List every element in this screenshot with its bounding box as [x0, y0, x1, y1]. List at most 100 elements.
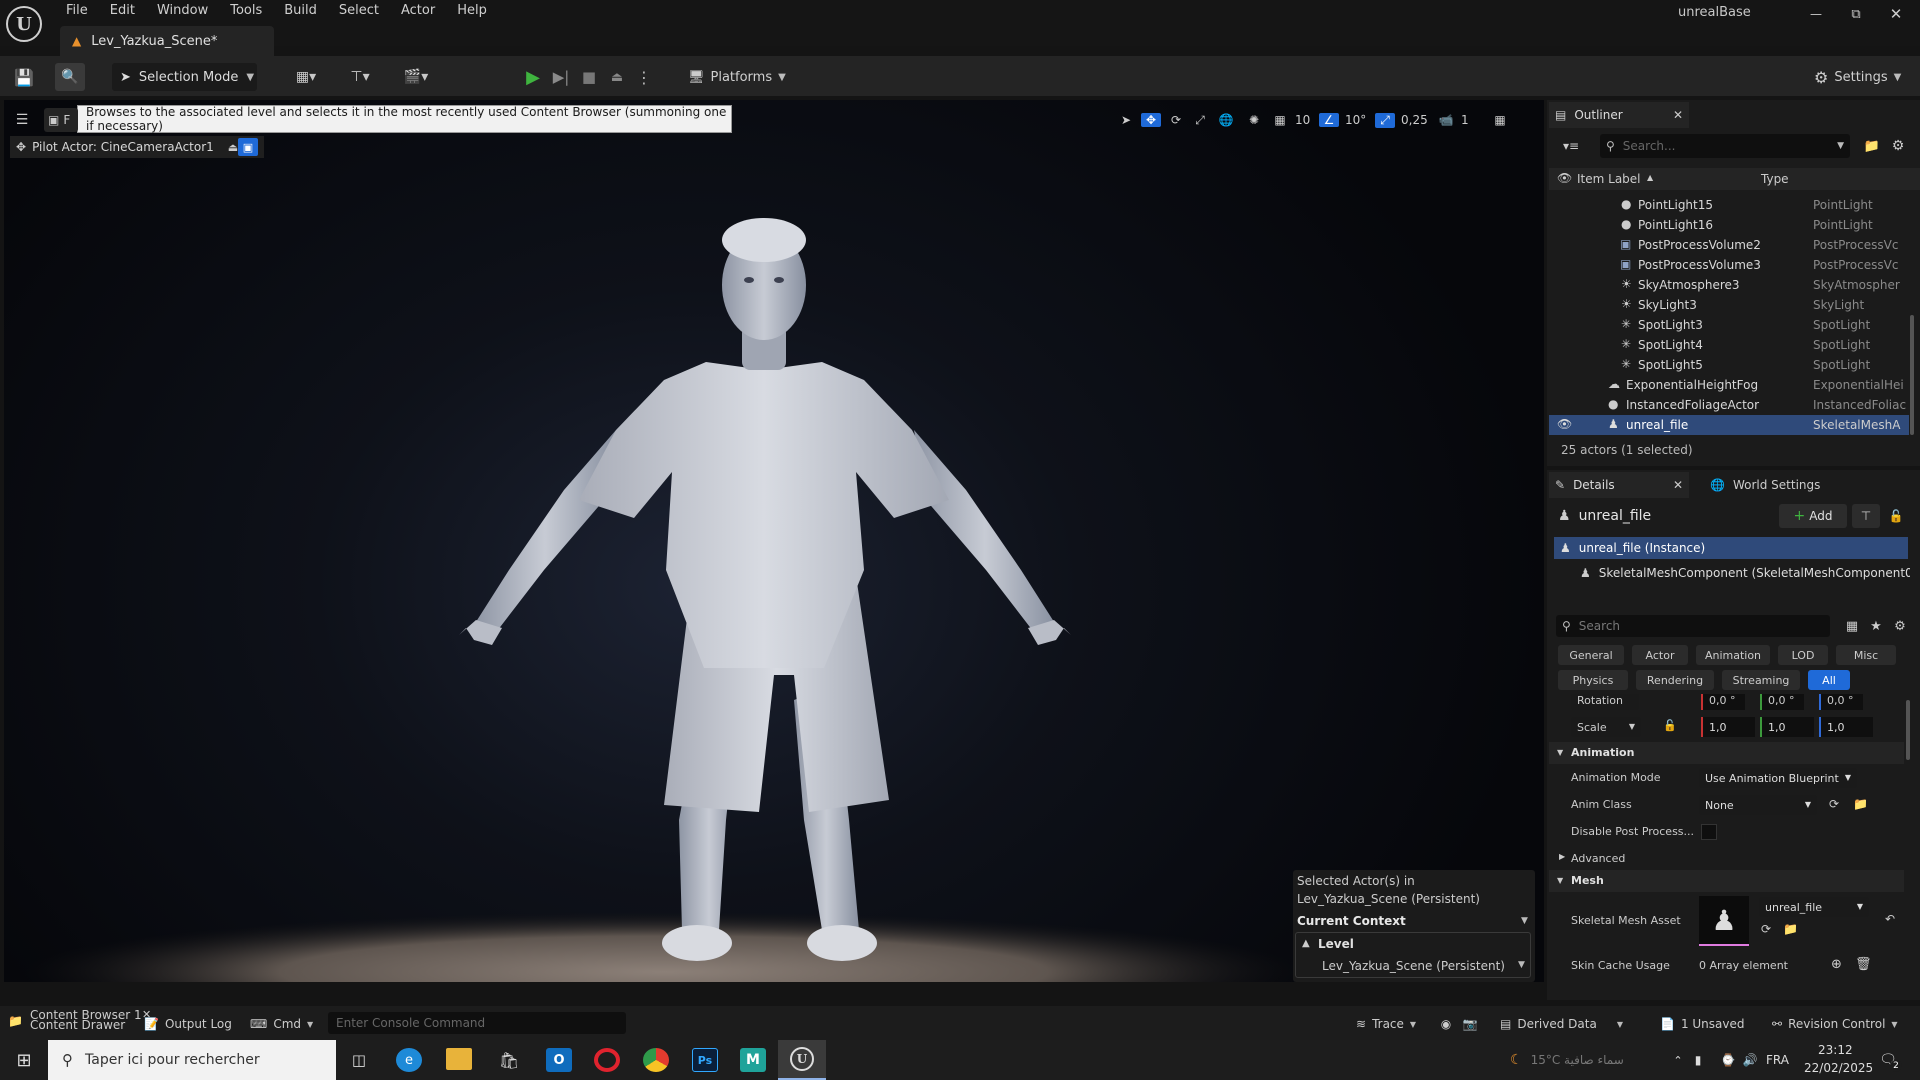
scale-tool-icon[interactable]: ⤢: [1191, 113, 1209, 128]
viewport-mode-button[interactable]: ▣ F: [44, 108, 78, 132]
outlook-icon[interactable]: O: [546, 1048, 572, 1072]
revision-control-dropdown[interactable]: ⚯ Revision Control ▼: [1772, 1014, 1912, 1034]
add-element-icon[interactable]: ⊕: [1831, 957, 1842, 972]
scale-lock-icon[interactable]: 🔓: [1663, 719, 1677, 732]
list-item[interactable]: ✳ SpotLight4 SpotLight: [1549, 335, 1909, 355]
list-item[interactable]: ☀ SkyAtmosphere3 SkyAtmospher: [1549, 275, 1909, 295]
minimize-icon[interactable]: —: [1806, 4, 1826, 24]
details-settings-icon[interactable]: ⚙: [1890, 616, 1910, 636]
filter-streaming[interactable]: Streaming: [1722, 670, 1800, 690]
unsaved-button[interactable]: 📄 1 Unsaved: [1660, 1014, 1760, 1034]
browse-icon[interactable]: 📁: [1853, 797, 1868, 811]
step-icon[interactable]: ▶|: [550, 66, 572, 88]
file-explorer-icon[interactable]: [446, 1048, 472, 1070]
menu-actor[interactable]: Actor: [401, 3, 435, 21]
grid-snap-icon[interactable]: ▦: [1271, 113, 1289, 127]
filter-actor[interactable]: Actor: [1632, 645, 1688, 665]
details-actor-name[interactable]: unreal_file: [1579, 508, 1652, 524]
opera-icon[interactable]: [594, 1048, 620, 1072]
output-log-button[interactable]: 📝 Output Log: [144, 1014, 234, 1034]
scale-x[interactable]: 1,0: [1701, 717, 1755, 737]
level-value[interactable]: Lev_Yazkua_Scene (Persistent): [1322, 959, 1505, 973]
outliner-search[interactable]: ⚲ Search... ▼: [1600, 134, 1850, 158]
list-item[interactable]: ● PointLight15 PointLight: [1549, 195, 1909, 215]
outliner-tab[interactable]: ▤ Outliner ✕: [1549, 102, 1689, 128]
store-icon[interactable]: 🛍: [496, 1048, 522, 1072]
filter-icon[interactable]: ▾≡: [1556, 136, 1586, 156]
anim-mode-dropdown[interactable]: Use Animation Blueprint ▼: [1699, 768, 1857, 788]
new-folder-icon[interactable]: 📁: [1862, 136, 1882, 156]
component-row[interactable]: ♟ SkeletalMeshComponent (SkeletalMeshCom…: [1580, 562, 1910, 584]
screenshot-icon[interactable]: 📷: [1460, 1014, 1480, 1034]
network-icon[interactable]: ⌚: [1718, 1050, 1738, 1070]
viewport[interactable]: [4, 100, 1544, 982]
revert-icon[interactable]: ↶: [1885, 912, 1895, 926]
blueprint-component-icon[interactable]: ⊤: [1852, 504, 1880, 528]
outliner-scrollbar[interactable]: [1910, 315, 1914, 435]
play-icon[interactable]: ▶: [522, 66, 544, 88]
chrome-icon[interactable]: [643, 1048, 669, 1072]
filter-misc[interactable]: Misc: [1836, 645, 1896, 665]
eject-pilot-icon[interactable]: ⏏: [228, 141, 238, 154]
console-input[interactable]: Enter Console Command: [328, 1012, 626, 1034]
scale-y[interactable]: 1,0: [1760, 717, 1814, 737]
stop-icon[interactable]: ■: [578, 66, 600, 88]
add-component-button[interactable]: + Add: [1779, 504, 1847, 528]
list-item[interactable]: ☀ SkyLight3 SkyLight: [1549, 295, 1909, 315]
platforms-dropdown[interactable]: 🖥 Platforms ▼: [688, 66, 788, 88]
col-label[interactable]: Item Label: [1577, 172, 1641, 186]
list-item[interactable]: ▣ PostProcessVolume2 PostProcessVc: [1549, 235, 1909, 255]
battery-icon[interactable]: ▮: [1690, 1050, 1706, 1070]
surface-snap-icon[interactable]: ✺: [1243, 113, 1265, 127]
component-instance-row[interactable]: ♟ unreal_file (Instance): [1554, 537, 1908, 559]
camera-speed-value[interactable]: 1: [1461, 113, 1475, 127]
menu-select[interactable]: Select: [339, 3, 379, 21]
browse-icon[interactable]: 📁: [1783, 922, 1798, 936]
outliner-settings-icon[interactable]: ⚙: [1888, 136, 1908, 156]
grid-snap-value[interactable]: 10: [1295, 113, 1313, 127]
visibility-icon[interactable]: 👁: [1557, 417, 1572, 431]
scale-dropdown[interactable]: Scale ▼: [1571, 717, 1641, 737]
rotate-tool-icon[interactable]: ⟳: [1167, 113, 1185, 127]
viewport-menu-icon[interactable]: ☰: [12, 110, 32, 130]
table-view-icon[interactable]: ▦: [1842, 616, 1862, 636]
world-space-icon[interactable]: 🌐: [1215, 113, 1237, 127]
filter-physics[interactable]: Physics: [1558, 670, 1628, 690]
clock-date[interactable]: 22/02/2025: [1804, 1061, 1873, 1075]
windows-start-icon[interactable]: ⊞: [10, 1048, 38, 1072]
animation-section-header[interactable]: ▼ Animation: [1549, 742, 1904, 764]
chevron-down-icon[interactable]: ▼: [1521, 916, 1528, 926]
trash-icon[interactable]: 🗑: [1855, 957, 1872, 972]
camera-speed-icon[interactable]: 📹: [1437, 113, 1455, 127]
unreal-logo-icon[interactable]: U: [6, 6, 42, 42]
add-actor-icon[interactable]: ▦▾: [288, 66, 324, 88]
filter-animation[interactable]: Animation: [1696, 645, 1770, 665]
rotation-dropdown[interactable]: Rotation: [1571, 694, 1639, 710]
menu-help[interactable]: Help: [457, 3, 487, 21]
restore-icon[interactable]: ⧉: [1846, 4, 1866, 24]
lock-icon[interactable]: 🔓: [1886, 506, 1906, 526]
details-tab[interactable]: ✎ Details ✕: [1549, 472, 1689, 498]
more-options-icon[interactable]: ⋮: [636, 66, 652, 88]
content-drawer-button[interactable]: 📁 Content Browser 1 Content Drawer ✕: [8, 1008, 158, 1036]
filter-lod[interactable]: LOD: [1778, 645, 1828, 665]
anim-class-dropdown[interactable]: None ▼: [1699, 795, 1817, 815]
col-type[interactable]: Type: [1761, 172, 1789, 186]
weather-widget[interactable]: ☾ 15°C سماء صافية: [1510, 1050, 1670, 1070]
menu-file[interactable]: File: [66, 3, 88, 21]
list-item[interactable]: ✳ SpotLight5 SpotLight: [1549, 355, 1909, 375]
eject-icon[interactable]: ⏏: [606, 66, 628, 88]
menu-tools[interactable]: Tools: [230, 3, 262, 21]
blueprint-icon[interactable]: ⊤▾: [342, 66, 378, 88]
world-settings-tab[interactable]: 🌐 World Settings: [1710, 472, 1850, 498]
rotation-x[interactable]: 0,0 °: [1701, 694, 1745, 710]
menu-edit[interactable]: Edit: [110, 3, 135, 21]
skel-asset-dropdown[interactable]: unreal_file ▼: [1759, 897, 1869, 917]
level-tab[interactable]: ▲ Lev_Yazkua_Scene*: [60, 26, 274, 56]
filter-rendering[interactable]: Rendering: [1636, 670, 1714, 690]
list-item-selected[interactable]: 👁 ♟ unreal_file SkeletalMeshA: [1549, 415, 1909, 435]
list-item[interactable]: ● PointLight16 PointLight: [1549, 215, 1909, 235]
close-window-icon[interactable]: ✕: [1886, 4, 1906, 24]
photoshop-icon[interactable]: Ps: [692, 1048, 718, 1072]
disable-pp-checkbox[interactable]: [1701, 824, 1717, 840]
